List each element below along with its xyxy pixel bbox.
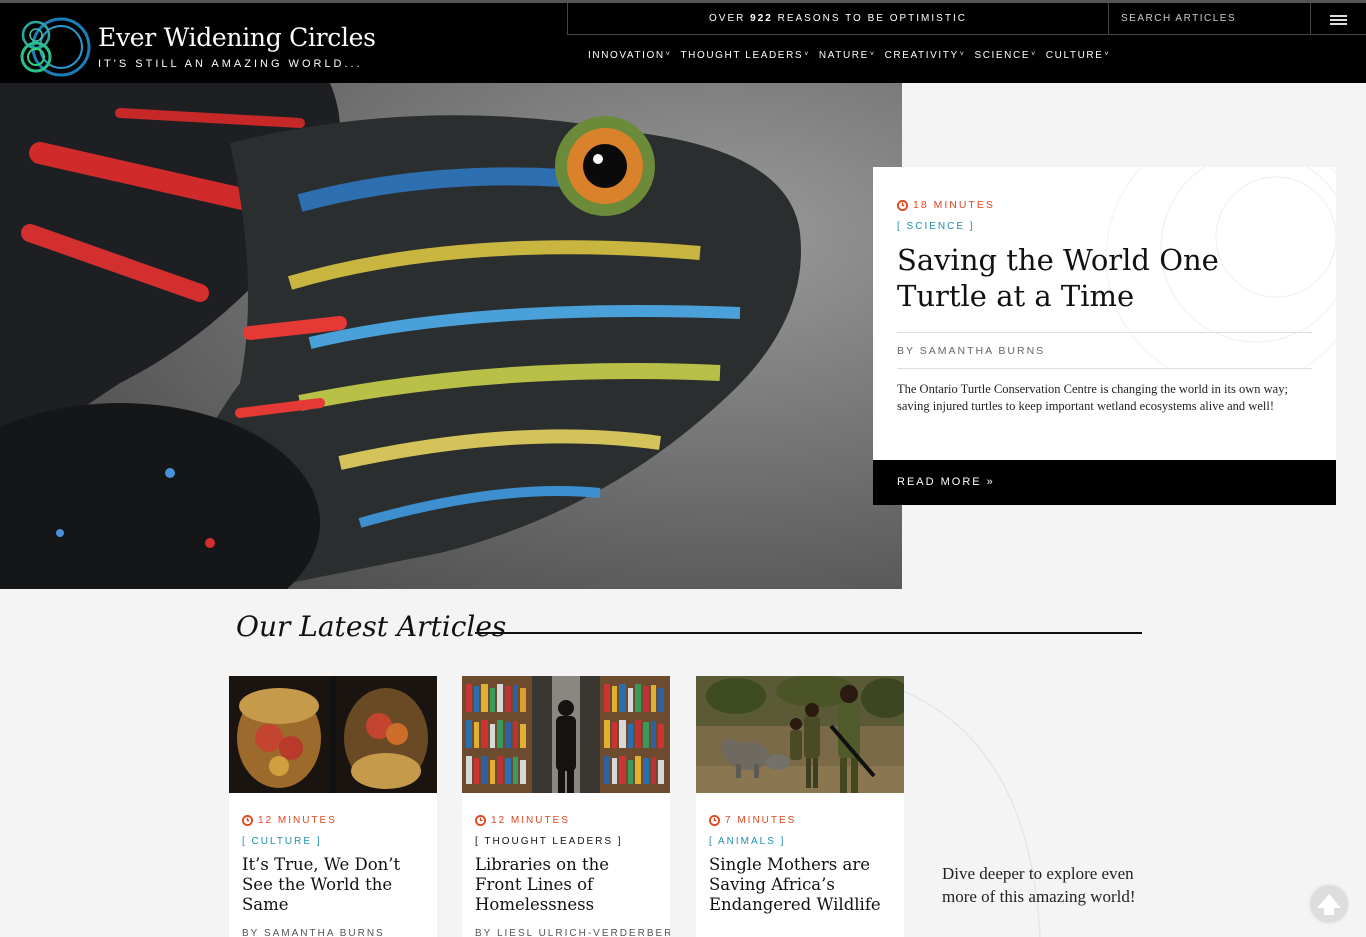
read-time: 12 MINUTES bbox=[242, 815, 424, 826]
nav-label: NATURE bbox=[818, 50, 869, 61]
chevron-down-icon: ˅ bbox=[959, 51, 966, 58]
clock-icon bbox=[475, 815, 486, 826]
menu-line-icon bbox=[1330, 23, 1347, 25]
featured-article-card[interactable]: 18 MINUTES [ SCIENCE ] Saving the World … bbox=[873, 167, 1336, 460]
article-title[interactable]: It’s True, We Don’t See the World the Sa… bbox=[242, 855, 424, 915]
promo-prefix: OVER bbox=[709, 13, 746, 24]
scroll-to-top-button[interactable] bbox=[1308, 883, 1350, 925]
chevron-down-icon: ˅ bbox=[804, 51, 810, 58]
nav-item-innovation[interactable]: INNOVATION˅ bbox=[588, 50, 671, 61]
category-tag[interactable]: [ THOUGHT LEADERS ] bbox=[475, 836, 657, 847]
article-thumbnail[interactable] bbox=[229, 676, 437, 793]
chevron-down-icon: ˅ bbox=[1104, 51, 1111, 58]
nav-item-nature[interactable]: NATURE˅ bbox=[819, 50, 876, 61]
read-time: 12 MINUTES bbox=[475, 815, 657, 826]
nav-item-creativity[interactable]: CREATIVITY˅ bbox=[885, 50, 966, 61]
category-tag[interactable]: [ CULTURE ] bbox=[242, 836, 424, 847]
read-time: 7 MINUTES bbox=[709, 815, 891, 826]
promo-suffix: REASONS TO BE OPTIMISTIC bbox=[777, 13, 967, 24]
clock-icon bbox=[897, 199, 908, 211]
search-input[interactable]: SEARCH ARTICLES bbox=[1108, 3, 1311, 35]
category-tag[interactable]: [ ANIMALS ] bbox=[709, 836, 891, 847]
nav-item-thought-leaders[interactable]: THOUGHT LEADERS˅ bbox=[680, 50, 809, 61]
nav-label: CULTURE bbox=[1045, 50, 1104, 61]
read-time-label: 18 MINUTES bbox=[913, 199, 995, 211]
site-logo[interactable]: Ever Widening Circles IT'S STILL AN AMAZ… bbox=[14, 11, 376, 81]
nav-label: SCIENCE bbox=[974, 50, 1031, 61]
nav-label: CREATIVITY bbox=[884, 50, 959, 61]
section-heading: Our Latest Articles bbox=[236, 610, 507, 643]
dive-deeper-text: Dive deeper to explore even more of this… bbox=[942, 864, 1136, 906]
clock-icon bbox=[242, 815, 253, 826]
promo-count: 922 bbox=[750, 13, 773, 24]
read-more-button[interactable]: READ MORE » bbox=[873, 460, 1336, 505]
chevron-down-icon: ˅ bbox=[665, 51, 672, 58]
main-nav: INNOVATION˅ THOUGHT LEADERS˅ NATURE˅ CRE… bbox=[588, 50, 1119, 61]
nav-label: THOUGHT LEADERS bbox=[680, 50, 804, 61]
chevron-up-icon bbox=[1317, 894, 1341, 915]
article-card[interactable]: 12 MINUTES [ THOUGHT LEADERS ] Libraries… bbox=[462, 676, 670, 937]
logo-circles-icon bbox=[20, 17, 91, 77]
chevron-down-icon: ˅ bbox=[869, 51, 876, 58]
read-time-label: 12 MINUTES bbox=[258, 815, 337, 826]
article-card[interactable]: 12 MINUTES [ CULTURE ] It’s True, We Don… bbox=[229, 676, 437, 937]
divider bbox=[897, 368, 1312, 369]
author-byline[interactable]: BY LIESL ULRICH-VERDERBER bbox=[475, 928, 670, 937]
nav-item-science[interactable]: SCIENCE˅ bbox=[974, 50, 1036, 61]
read-time-label: 12 MINUTES bbox=[491, 815, 570, 826]
clock-icon bbox=[709, 815, 720, 826]
article-thumbnail[interactable] bbox=[696, 676, 904, 793]
nav-item-culture[interactable]: CULTURE˅ bbox=[1046, 50, 1110, 61]
hamburger-menu-button[interactable] bbox=[1310, 3, 1366, 35]
menu-line-icon bbox=[1330, 15, 1347, 17]
article-card[interactable]: 7 MINUTES [ ANIMALS ] Single Mothers are… bbox=[696, 676, 904, 937]
chevron-down-icon: ˅ bbox=[1031, 51, 1037, 58]
hero-turtle-image[interactable] bbox=[0, 83, 902, 589]
logo-tagline: IT'S STILL AN AMAZING WORLD... bbox=[98, 58, 363, 70]
heading-rule bbox=[475, 632, 1142, 634]
nav-label: INNOVATION bbox=[588, 50, 665, 61]
menu-line-icon bbox=[1330, 19, 1347, 21]
featured-description: The Ontario Turtle Conservation Centre i… bbox=[897, 382, 1288, 413]
optimism-counter[interactable]: OVER 922 REASONS TO BE OPTIMISTIC bbox=[567, 3, 1109, 35]
site-header: Ever Widening Circles IT'S STILL AN AMAZ… bbox=[0, 0, 1366, 83]
author-byline[interactable]: BY SAMANTHA BURNS bbox=[242, 928, 424, 937]
featured-title[interactable]: Saving the World One Turtle at a Time bbox=[897, 242, 1312, 314]
read-time-label: 7 MINUTES bbox=[725, 815, 797, 826]
article-thumbnail[interactable] bbox=[462, 676, 670, 793]
article-title[interactable]: Libraries on the Front Lines of Homeless… bbox=[475, 855, 657, 915]
article-title[interactable]: Single Mothers are Saving Africa’s Endan… bbox=[709, 855, 891, 915]
logo-title: Ever Widening Circles bbox=[98, 23, 376, 52]
